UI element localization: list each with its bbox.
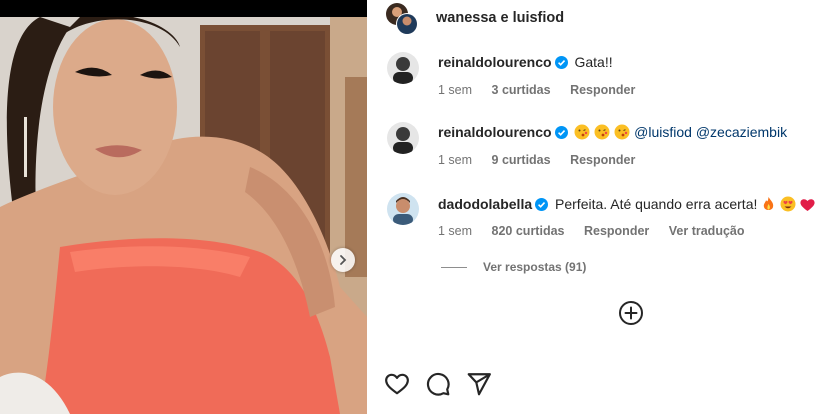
kissing-face-emoji: [574, 124, 590, 140]
comment-meta: 1 sem 9 curtidas Responder: [438, 153, 651, 167]
comment-likes[interactable]: 9 curtidas: [492, 153, 551, 167]
kissing-face-emoji: [614, 124, 630, 140]
red-heart-emoji: [800, 199, 815, 211]
comment-time[interactable]: 1 sem: [438, 224, 472, 238]
fire-emoji: [764, 197, 774, 210]
avatar[interactable]: [387, 122, 419, 154]
comment-icon[interactable]: [425, 371, 451, 397]
reply-button[interactable]: Responder: [570, 83, 635, 97]
kissing-face-emoji: [594, 124, 610, 140]
comment-likes[interactable]: 820 curtidas: [492, 224, 565, 238]
comments-panel: wanessa e luisfiod reinaldolourenco Gata…: [367, 0, 828, 414]
photo-top-bar: [0, 0, 367, 17]
heart-eyes-emoji: [780, 196, 796, 212]
plus-circle-icon[interactable]: [618, 300, 644, 326]
post-author-name[interactable]: wanessa e luisfiod: [436, 10, 564, 26]
replies-divider: [441, 266, 467, 268]
verified-badge-icon: [554, 126, 568, 139]
comment-username[interactable]: dadodolabella: [438, 196, 532, 212]
avatar[interactable]: [387, 52, 419, 84]
comment-text: Gata!!: [574, 54, 613, 70]
verified-badge-icon: [554, 56, 568, 69]
reply-button[interactable]: Responder: [584, 224, 649, 238]
comment-time[interactable]: 1 sem: [438, 83, 472, 97]
mention-link[interactable]: @zecaziembik: [696, 124, 787, 140]
comment-username[interactable]: reinaldolourenco: [438, 54, 552, 70]
comment-time[interactable]: 1 sem: [438, 153, 472, 167]
post-actions: [384, 371, 507, 397]
comment-username[interactable]: reinaldolourenco: [438, 124, 552, 140]
comment-meta: 1 sem 3 curtidas Responder: [438, 83, 651, 97]
view-replies-button[interactable]: Ver respostas (91): [441, 260, 586, 274]
post-header: wanessa e luisfiod: [367, 0, 828, 38]
post-photo: [0, 0, 367, 414]
comment-meta: 1 sem 820 curtidas Responder Ver traduçã…: [438, 224, 761, 238]
paper-plane-icon[interactable]: [466, 371, 492, 397]
translate-button[interactable]: Ver tradução: [669, 224, 745, 238]
comment-likes[interactable]: 3 curtidas: [492, 83, 551, 97]
avatar[interactable]: [387, 193, 419, 225]
collab-avatars[interactable]: [385, 2, 419, 36]
comment-text: Perfeita. Até quando erra acerta!: [555, 196, 758, 212]
post-image: [0, 17, 367, 414]
carousel-next-button[interactable]: [331, 248, 355, 272]
reply-button[interactable]: Responder: [570, 153, 635, 167]
verified-badge-icon: [535, 198, 549, 211]
mention-link[interactable]: @luisfiod: [634, 124, 692, 140]
chevron-right-icon: [340, 255, 347, 265]
heart-icon[interactable]: [384, 371, 410, 397]
view-replies-label: Ver respostas (91): [483, 260, 587, 274]
